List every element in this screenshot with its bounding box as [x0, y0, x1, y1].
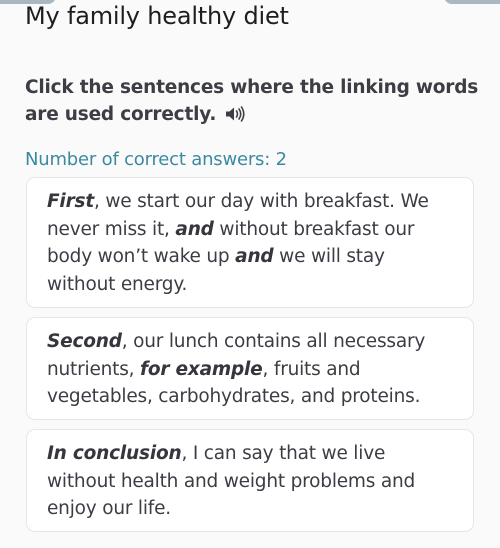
top-right-tab[interactable] [444, 0, 500, 4]
sentence-option-3[interactable]: In conclusion, I can say that we live wi… [26, 429, 474, 532]
linking-word: and [235, 246, 274, 267]
linking-word: for example [140, 358, 263, 380]
instruction-text: Click the sentences where the linking wo… [25, 77, 479, 125]
linking-word: First [47, 191, 94, 212]
sentence-option-1[interactable]: First, we start our day with breakfast. … [26, 177, 474, 308]
linking-word: In conclusion [47, 443, 182, 464]
speaker-icon[interactable] [224, 104, 246, 122]
linking-word: Second [47, 331, 122, 352]
instruction: Click the sentences where the linking wo… [25, 74, 485, 128]
page-title: My family healthy diet [25, 2, 289, 30]
correct-answers-count: Number of correct answers: 2 [25, 149, 287, 170]
sentence-option-2[interactable]: Second, our lunch contains all necessary… [26, 317, 474, 420]
linking-word: and [175, 218, 214, 240]
